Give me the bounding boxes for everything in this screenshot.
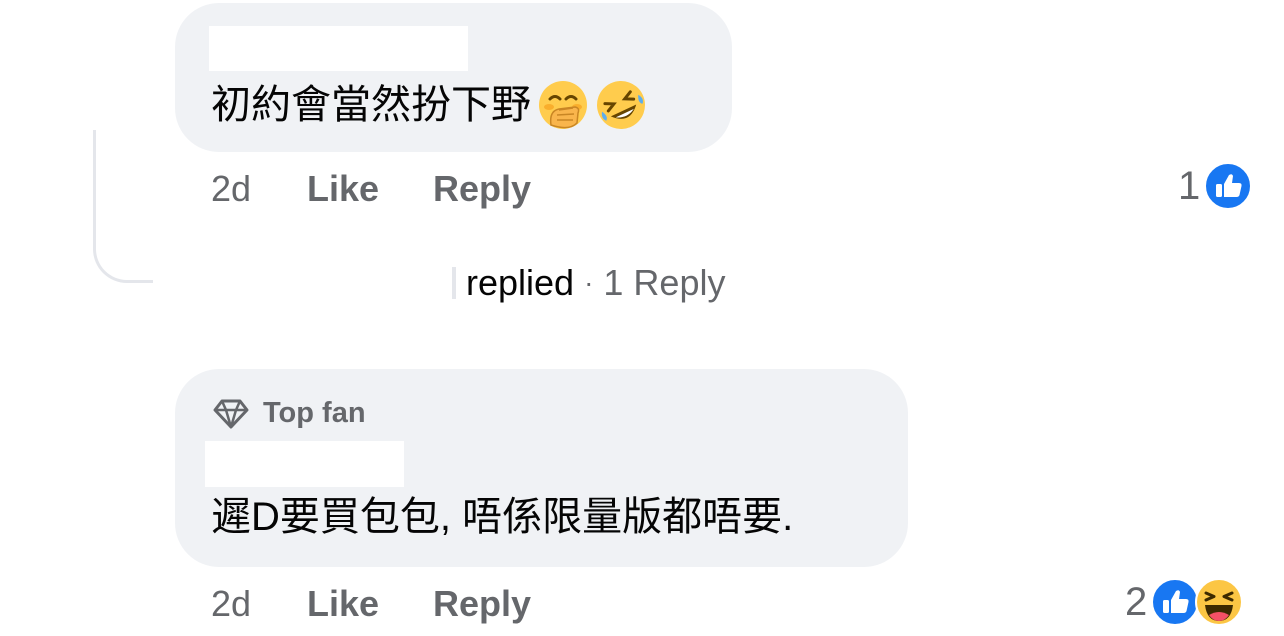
reply-button[interactable]: Reply (433, 168, 531, 210)
like-reaction-icon (1204, 162, 1253, 210)
reply-button[interactable]: Reply (433, 583, 531, 625)
replier-avatar (452, 267, 456, 299)
comment-actions: 2d Like Reply (211, 168, 531, 210)
like-reaction-icon (1151, 578, 1200, 626)
comment-timestamp[interactable]: 2d (211, 168, 307, 210)
commenter-name-redacted[interactable] (209, 26, 468, 71)
like-button[interactable]: Like (307, 168, 433, 210)
rolling-on-floor-laughing-emoji (597, 81, 645, 129)
top-fan-label: Top fan (263, 397, 366, 429)
comment-body: 初約會當然扮下野 (211, 83, 531, 127)
reaction-summary[interactable]: 1 (1178, 162, 1253, 210)
comment-text: 初約會當然扮下野 (211, 79, 647, 131)
reply-thread-connector (93, 130, 153, 283)
view-replies-link[interactable]: replied · 1 Reply (452, 262, 725, 304)
reaction-count: 1 (1178, 163, 1201, 208)
comment-text: 遲D要買包包, 唔係限量版都唔要. (211, 493, 793, 541)
like-button[interactable]: Like (307, 583, 433, 625)
hand-over-mouth-emoji (539, 81, 587, 129)
comment-actions: 2d Like Reply (211, 583, 531, 625)
top-fan-badge: Top fan (213, 397, 366, 430)
diamond-icon (213, 399, 249, 428)
separator-dot: · (584, 267, 594, 298)
replied-label: replied (466, 262, 575, 303)
comment-bubble: 初約會當然扮下野 (175, 3, 732, 152)
reaction-count: 2 (1125, 579, 1148, 624)
reply-count[interactable]: 1 Reply (603, 262, 725, 304)
haha-reaction-icon (1195, 578, 1244, 626)
commenter-name-redacted[interactable] (205, 441, 404, 487)
comment-timestamp[interactable]: 2d (211, 583, 307, 625)
comment-body: 遲D要買包包, 唔係限量版都唔要. (211, 495, 794, 539)
comment-bubble: Top fan 遲D要買包包, 唔係限量版都唔要. (175, 369, 908, 567)
reaction-summary[interactable]: 2 (1125, 578, 1244, 626)
